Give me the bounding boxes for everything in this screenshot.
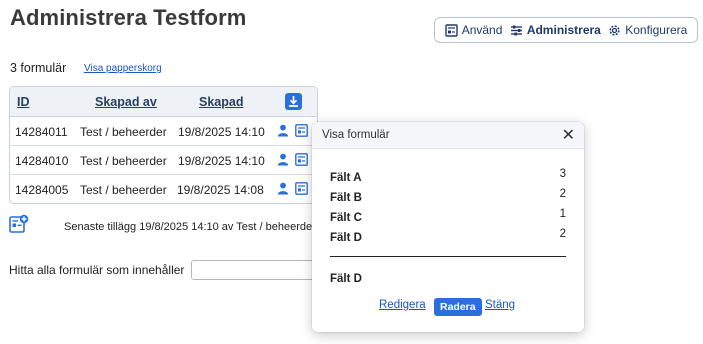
cell-created-by: Test / beheerder [80, 125, 167, 139]
field-name: Fält D [330, 232, 362, 244]
field-name: Fält B [330, 192, 362, 204]
view-form-dialog: Visa formulär ✕ Fält A 3 Fält B 2 Fält C… [312, 122, 584, 332]
column-header-id[interactable]: ID [17, 95, 30, 109]
forms-table: ID Skapad av Skapad 14284011 Test / behe… [9, 86, 318, 204]
nav-anvand-label: Använd [461, 23, 503, 37]
page-title: Administrera Testform [10, 5, 247, 30]
cell-id: 14284010 [15, 154, 69, 168]
nav-anvand-button[interactable]: Använd [445, 23, 503, 37]
table-row[interactable]: 14284005 Test / beheerder 19/8/2025 14:0… [10, 175, 317, 203]
field-row: Fält A 3 [330, 168, 566, 184]
column-header-created-by[interactable]: Skapad av [95, 95, 157, 109]
field-value: 1 [559, 208, 566, 220]
dialog-title: Visa formulär [322, 129, 390, 141]
dialog-header: Visa formulär ✕ [312, 122, 584, 149]
field-name: Fält A [330, 172, 362, 184]
field-value: 2 [559, 228, 566, 240]
cell-created: 19/8/2025 14:10 [178, 125, 265, 139]
edit-link[interactable]: Redigera [379, 299, 426, 311]
gear-icon [609, 24, 620, 36]
top-nav: Använd Administrera Konfigurera [434, 17, 698, 43]
field-row: Fält C 1 [330, 208, 566, 224]
latest-addition-text: Senaste tillägg 19/8/2025 14:10 av Test … [64, 221, 316, 233]
field-value: 2 [559, 188, 566, 200]
cell-created: 19/8/2025 14:08 [177, 183, 264, 197]
table-row[interactable]: 14284011 Test / beheerder 19/8/2025 14:1… [10, 117, 317, 146]
sliders-icon [510, 25, 522, 35]
download-button[interactable] [285, 93, 302, 110]
field-row: Fält B 2 [330, 188, 566, 204]
nav-administrera-button[interactable]: Administrera [510, 23, 601, 37]
add-form-icon[interactable] [9, 214, 29, 234]
field-value: 3 [559, 168, 566, 180]
form-view-icon[interactable] [295, 182, 308, 195]
cell-id: 14284011 [15, 125, 68, 139]
cell-created-by: Test / beheerder [80, 154, 167, 168]
cell-created-by: Test / beheerder [80, 183, 167, 197]
cell-created: 19/8/2025 14:10 [178, 154, 265, 168]
download-icon [289, 96, 298, 107]
column-header-created[interactable]: Skapad [199, 95, 243, 109]
dialog-actions: Redigera Radera Stäng [312, 298, 584, 318]
nav-konfigurera-button[interactable]: Konfigurera [608, 23, 687, 37]
form-icon [445, 23, 458, 37]
form-count: 3 formulär [10, 61, 67, 75]
divider [330, 256, 566, 257]
search-label: Hitta alla formulär som innehåller [9, 263, 185, 277]
nav-konfigurera-label: Konfigurera [625, 23, 688, 37]
cell-id: 14284005 [15, 183, 69, 197]
table-row[interactable]: 14284010 Test / beheerder 19/8/2025 14:1… [10, 146, 317, 175]
delete-button[interactable]: Radera [434, 298, 482, 316]
search-input[interactable] [191, 260, 321, 280]
close-icon[interactable]: ✕ [562, 125, 575, 145]
form-view-icon[interactable] [295, 124, 308, 137]
user-icon[interactable] [277, 153, 289, 166]
field-row: Fält D 2 [330, 228, 566, 244]
table-header: ID Skapad av Skapad [10, 87, 317, 117]
form-view-icon[interactable] [295, 153, 308, 166]
field-name: Fält C [330, 212, 362, 224]
show-trash-link[interactable]: Visa papperskorg [84, 63, 162, 74]
close-link[interactable]: Stäng [485, 299, 515, 311]
user-icon[interactable] [277, 182, 289, 195]
nav-administrera-label: Administrera [526, 23, 601, 37]
summary-field-label: Fält D [330, 273, 362, 285]
user-icon[interactable] [277, 124, 289, 137]
